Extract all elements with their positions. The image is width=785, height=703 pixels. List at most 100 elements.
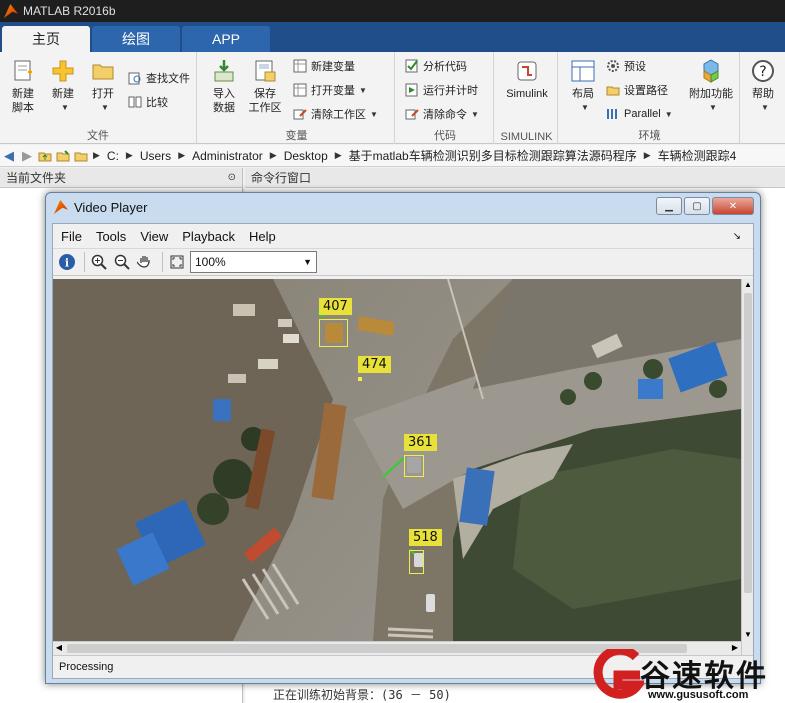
environment-group-label: 环境 — [638, 130, 661, 142]
breadcrumb-administrator[interactable]: Administrator — [192, 149, 263, 163]
run-and-time-label: 运行并计时 — [423, 85, 478, 97]
help-button[interactable]: ? 帮助 ▼ — [742, 58, 784, 115]
vertical-scrollbar[interactable]: ▲ ▼ — [741, 279, 753, 655]
video-player-content: File Tools View Playback Help ↘ i 100% ▼ — [52, 223, 754, 679]
set-path-button[interactable]: 设置路径 — [606, 80, 668, 100]
up-folder-icon[interactable] — [36, 147, 54, 165]
video-player-title-bar[interactable]: Video Player ▁ ▢ ✕ — [46, 193, 760, 221]
addons-button[interactable]: 附加功能 ▼ — [686, 58, 736, 115]
chevron-down-icon: ▼ — [761, 103, 769, 112]
chevron-down-icon: ▼ — [303, 257, 312, 267]
path-separator-icon: ▶ — [93, 150, 100, 160]
zoom-in-button[interactable] — [89, 252, 109, 272]
forward-arrow-icon[interactable]: ▶ — [18, 147, 36, 165]
pan-button[interactable] — [135, 252, 155, 272]
breadcrumb-drive[interactable]: C: — [107, 149, 119, 163]
analyze-code-button[interactable]: 分析代码 — [405, 56, 467, 76]
close-button[interactable]: ✕ — [712, 197, 754, 215]
compare-icon — [128, 96, 142, 108]
parallel-label: Parallel — [624, 108, 661, 120]
scroll-down-icon[interactable]: ▼ — [742, 629, 754, 641]
simulink-icon — [517, 61, 537, 81]
open-variable-label: 打开变量 — [311, 85, 355, 97]
breadcrumb-subfolder[interactable]: 车辆检测跟踪4 — [658, 147, 737, 164]
open-button[interactable]: 打开 ▼ — [82, 58, 124, 115]
simulink-group-label: SIMULINK — [500, 131, 553, 143]
clear-workspace-label: 清除工作区 — [311, 109, 366, 121]
zoom-select[interactable]: 100% ▼ — [190, 251, 317, 273]
zoom-out-button[interactable] — [112, 252, 132, 272]
parallel-icon — [607, 109, 617, 119]
tab-plots[interactable]: 绘图 — [92, 26, 180, 52]
video-player-toolbar: i 100% ▼ — [53, 248, 753, 276]
back-arrow-icon[interactable]: ◀ — [0, 147, 18, 165]
compare-label: 比较 — [146, 97, 168, 109]
layout-button[interactable]: 布局 ▼ — [562, 58, 604, 115]
simulink-button[interactable]: Simulink — [502, 58, 552, 101]
path-separator-icon: ▶ — [178, 150, 186, 160]
variable-group-label: 变量 — [285, 130, 308, 142]
run-and-time-button[interactable]: 运行并计时 — [405, 80, 478, 100]
track-label-474: 474 — [358, 356, 391, 373]
preferences-button[interactable]: 预设 — [606, 56, 646, 76]
info-button[interactable]: i — [57, 252, 77, 272]
tab-apps[interactable]: APP — [182, 26, 270, 52]
breadcrumb-users[interactable]: Users — [140, 149, 171, 163]
breadcrumb-desktop[interactable]: Desktop — [284, 149, 328, 163]
command-window-title: 命令行窗口 — [251, 171, 312, 185]
scroll-left-icon[interactable]: ◀ — [53, 642, 65, 654]
addons-icon — [703, 59, 719, 83]
open-variable-button[interactable]: 打开变量 ▼ — [293, 80, 367, 100]
scroll-up-icon[interactable]: ▲ — [742, 279, 754, 291]
new-button[interactable]: 新建 ▼ — [42, 58, 84, 115]
fit-to-window-button[interactable] — [167, 252, 187, 272]
browse-folder-icon[interactable] — [54, 147, 72, 165]
vertical-scroll-thumb[interactable] — [744, 293, 752, 593]
panel-menu-icon[interactable]: ⊙ — [228, 172, 236, 183]
menu-file[interactable]: File — [61, 229, 82, 244]
find-files-button[interactable]: 查找文件 — [128, 68, 190, 88]
watermark-url: www.gususoft.com — [648, 689, 749, 701]
save-workspace-label: 保存 工作区 — [248, 88, 282, 114]
new-label: 新建 — [52, 88, 74, 100]
zoom-out-icon — [114, 254, 130, 270]
new-script-label: 新建 脚本 — [12, 88, 34, 114]
save-workspace-button[interactable]: 保存 工作区 — [244, 58, 286, 115]
matlab-logo-icon — [4, 4, 18, 18]
new-variable-button[interactable]: 新建变量 — [293, 56, 355, 76]
import-icon — [214, 60, 234, 82]
clear-commands-button[interactable]: 清除命令 ▼ — [405, 104, 479, 124]
dock-arrow-icon[interactable]: ↘ — [733, 231, 741, 242]
code-group-label: 代码 — [434, 130, 456, 142]
minimize-button[interactable]: ▁ — [656, 197, 682, 215]
menu-help[interactable]: Help — [249, 229, 276, 244]
new-variable-icon — [293, 59, 307, 73]
tab-home[interactable]: 主页 — [2, 26, 90, 52]
breadcrumb-project-folder[interactable]: 基于matlab车辆检测识别多目标检测跟踪算法源码程序 — [349, 147, 637, 164]
menu-tools[interactable]: Tools — [96, 229, 126, 244]
menu-view[interactable]: View — [140, 229, 168, 244]
root-folder-icon[interactable] — [72, 147, 90, 165]
chevron-down-icon: ▼ — [61, 103, 69, 112]
maximize-button[interactable]: ▢ — [684, 197, 710, 215]
addons-label: 附加功能 — [689, 88, 733, 100]
svg-text:?: ? — [759, 64, 766, 80]
chevron-down-icon: ▼ — [370, 109, 378, 119]
chevron-down-icon: ▼ — [709, 103, 717, 112]
import-data-button[interactable]: 导入 数据 — [203, 58, 245, 115]
address-bar: ◀ ▶ ▶ C: ▶ Users ▶ Administrator ▶ Deskt… — [0, 145, 785, 167]
clear-workspace-button[interactable]: 清除工作区 ▼ — [293, 104, 378, 124]
watermark: 谷速软件 www.gususoft.com — [588, 645, 785, 703]
ribbon-tab-strip: 主页 绘图 APP — [0, 22, 785, 52]
parallel-button[interactable]: Parallel ▼ — [606, 104, 673, 124]
compare-button[interactable]: 比较 — [128, 92, 168, 112]
new-script-button[interactable]: 新建 脚本 — [2, 58, 44, 115]
run-and-time-icon — [405, 83, 418, 97]
open-variable-icon — [293, 83, 307, 97]
command-window-header: 命令行窗口 — [245, 168, 785, 188]
set-path-label: 设置路径 — [624, 85, 668, 97]
video-player-window: Video Player ▁ ▢ ✕ File Tools View Playb… — [45, 192, 761, 684]
clear-commands-icon — [405, 109, 419, 120]
current-folder-header: 当前文件夹 ⊙ — [0, 168, 242, 188]
menu-playback[interactable]: Playback — [182, 229, 235, 244]
